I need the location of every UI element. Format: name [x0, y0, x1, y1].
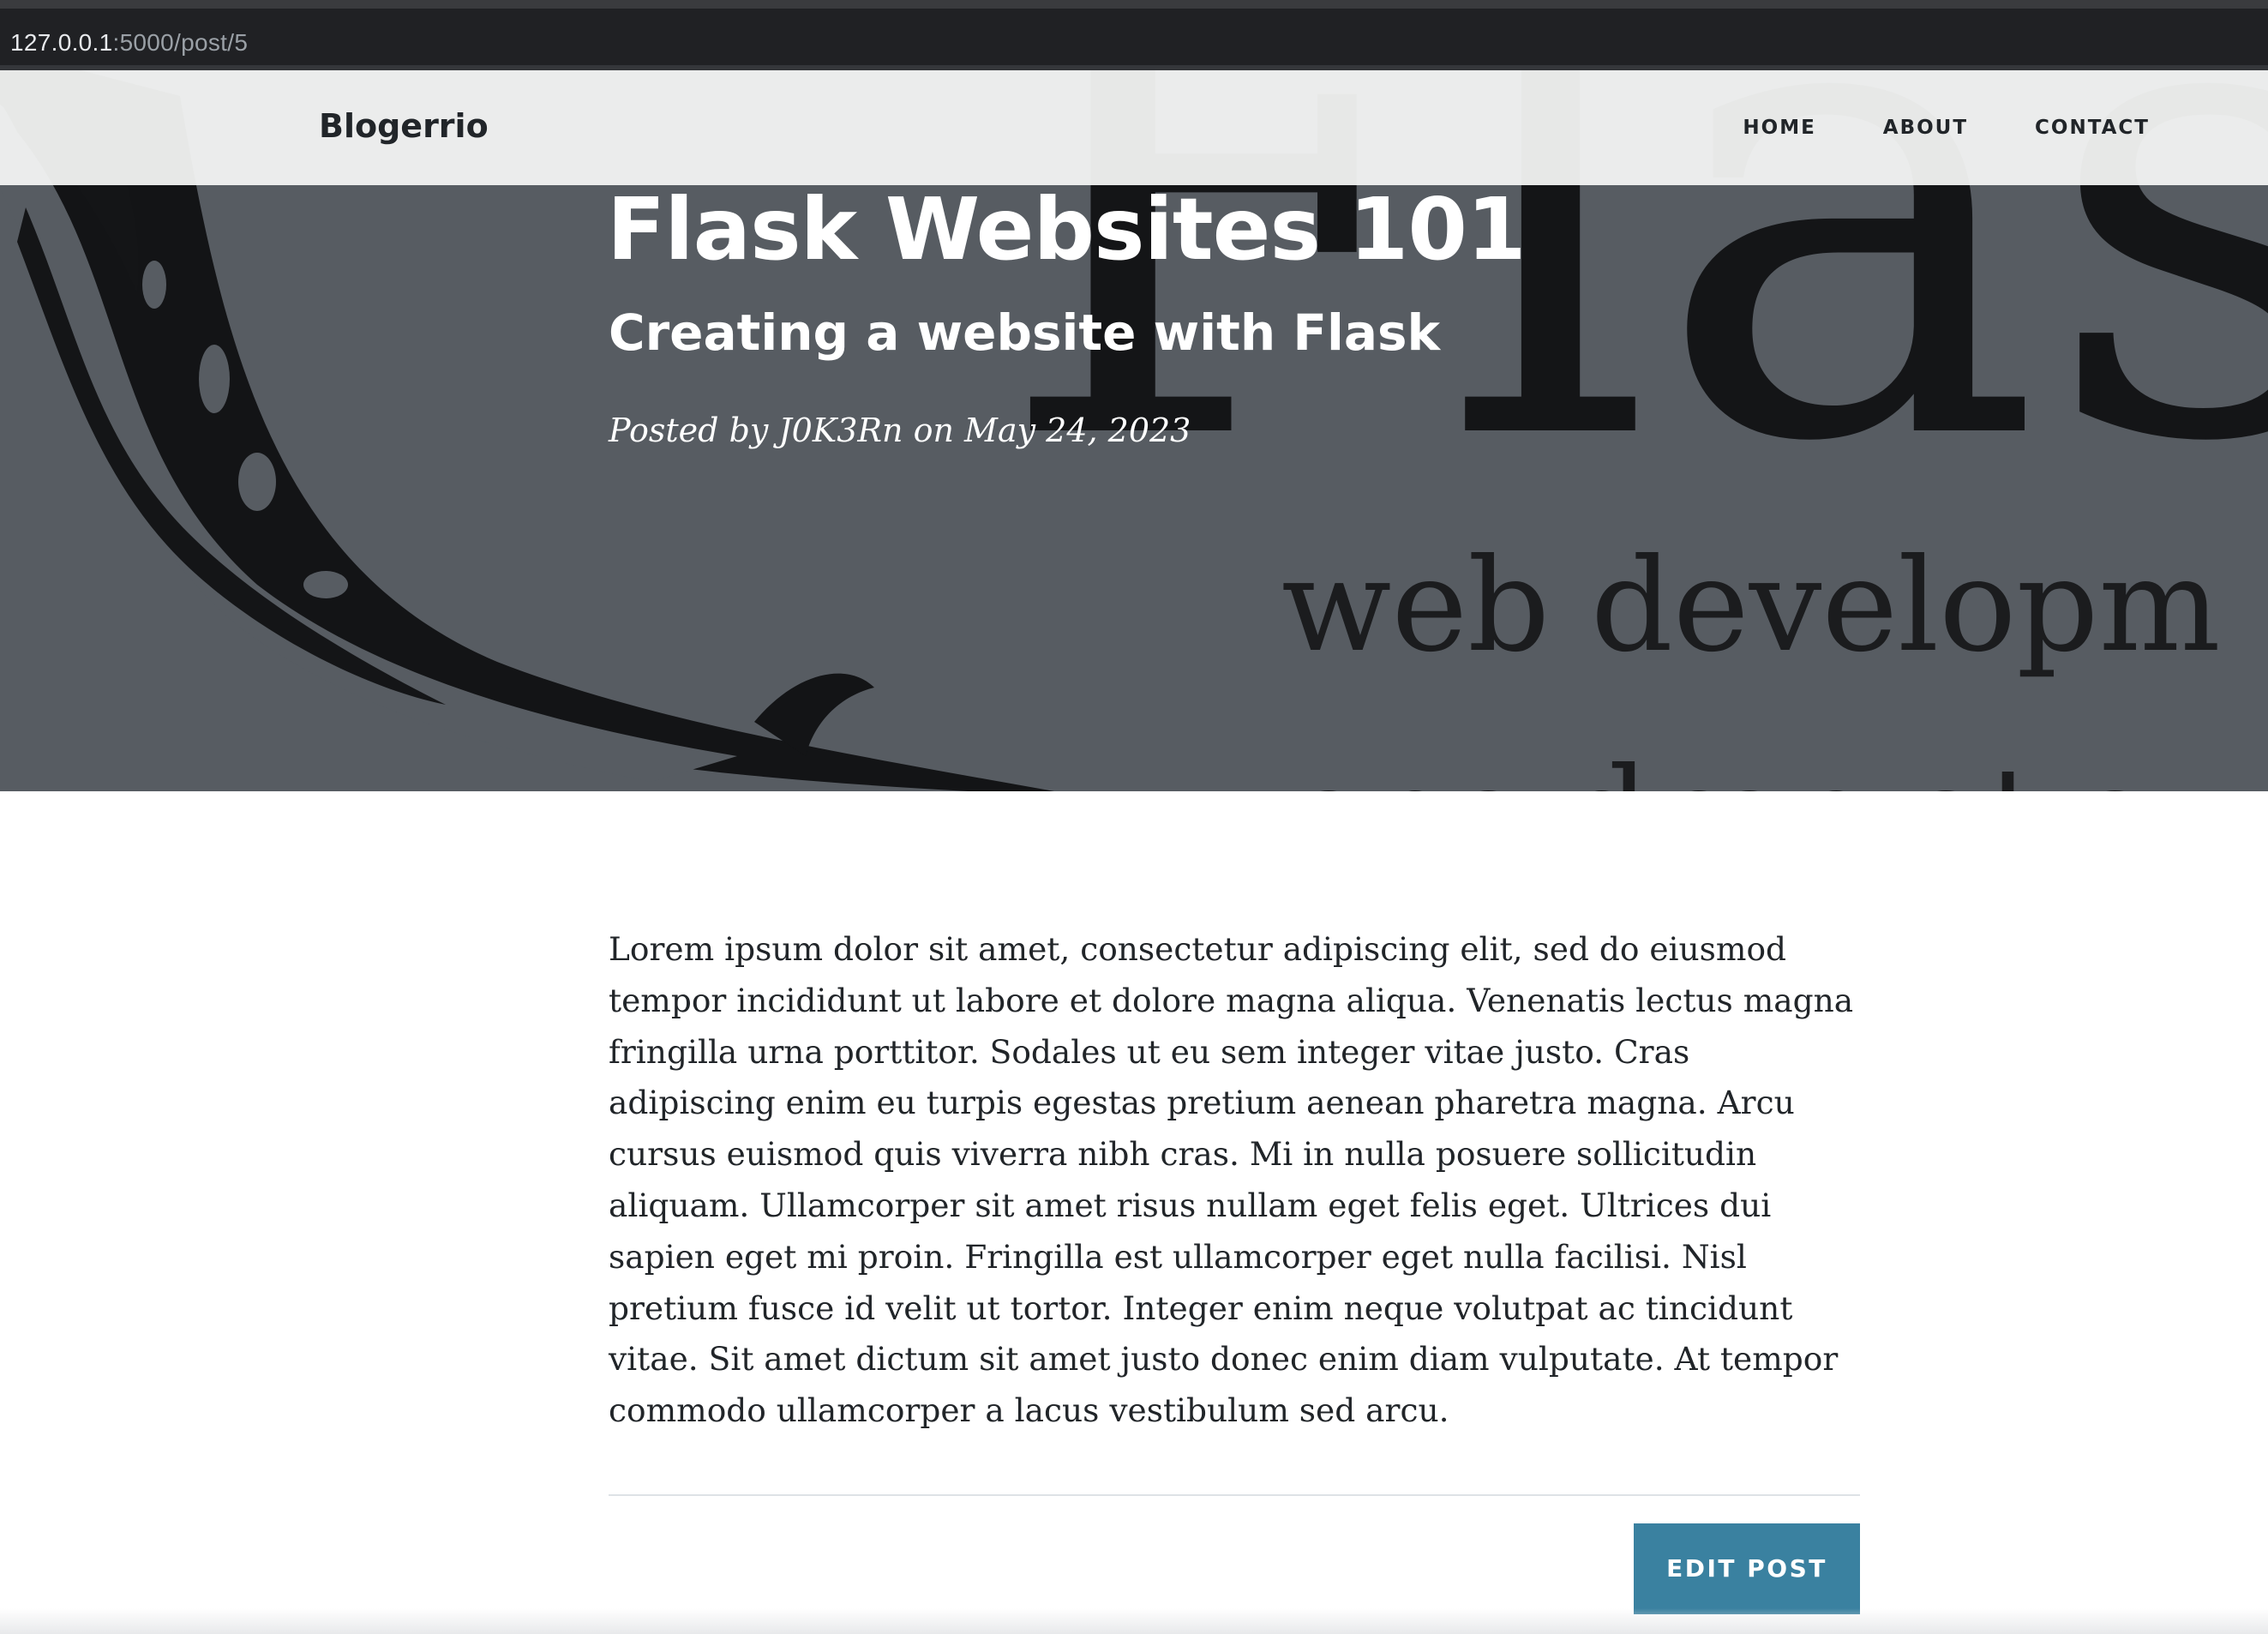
post-title: Flask Websites 101 — [607, 179, 1527, 279]
date-prefix: on — [903, 412, 965, 449]
background-tagline-2: one drop at a — [1290, 741, 2157, 791]
author-link[interactable]: J0K3Rn — [778, 412, 903, 449]
top-navbar: Blogerrio HOME ABOUT CONTACT — [0, 70, 2268, 185]
browser-url-bar[interactable]: 127.0.0.1:5000/post/5 — [0, 0, 2268, 70]
edit-post-button[interactable]: EDIT POST — [1634, 1523, 1860, 1614]
nav-about-link[interactable]: ABOUT — [1883, 117, 1968, 139]
url-path: :5000/post/5 — [112, 29, 249, 56]
nav-links: HOME ABOUT CONTACT — [1676, 70, 2150, 185]
url-text[interactable]: 127.0.0.1:5000/post/5 — [10, 31, 248, 55]
post-body-text: Lorem ipsum dolor sit amet, consectetur … — [609, 930, 1854, 1430]
background-tagline-1: web developm — [1281, 532, 2221, 681]
nav-contact-link[interactable]: CONTACT — [2035, 117, 2150, 139]
content-divider — [609, 1494, 1860, 1496]
brand-link[interactable]: Blogerrio — [319, 105, 489, 147]
post-meta: Posted by J0K3Rn on May 24, 2023 — [609, 406, 1191, 454]
post-subtitle: Creating a website with Flask — [609, 303, 1441, 362]
post-content: Lorem ipsum dolor sit amet, consectetur … — [609, 924, 1860, 1437]
url-host: 127.0.0.1 — [10, 29, 113, 56]
post-date: May 24, 2023 — [964, 412, 1191, 449]
nav-home-link[interactable]: HOME — [1743, 117, 1815, 139]
posted-by-label: Posted by — [609, 412, 779, 449]
viewport-bottom-edge — [0, 1608, 2268, 1634]
